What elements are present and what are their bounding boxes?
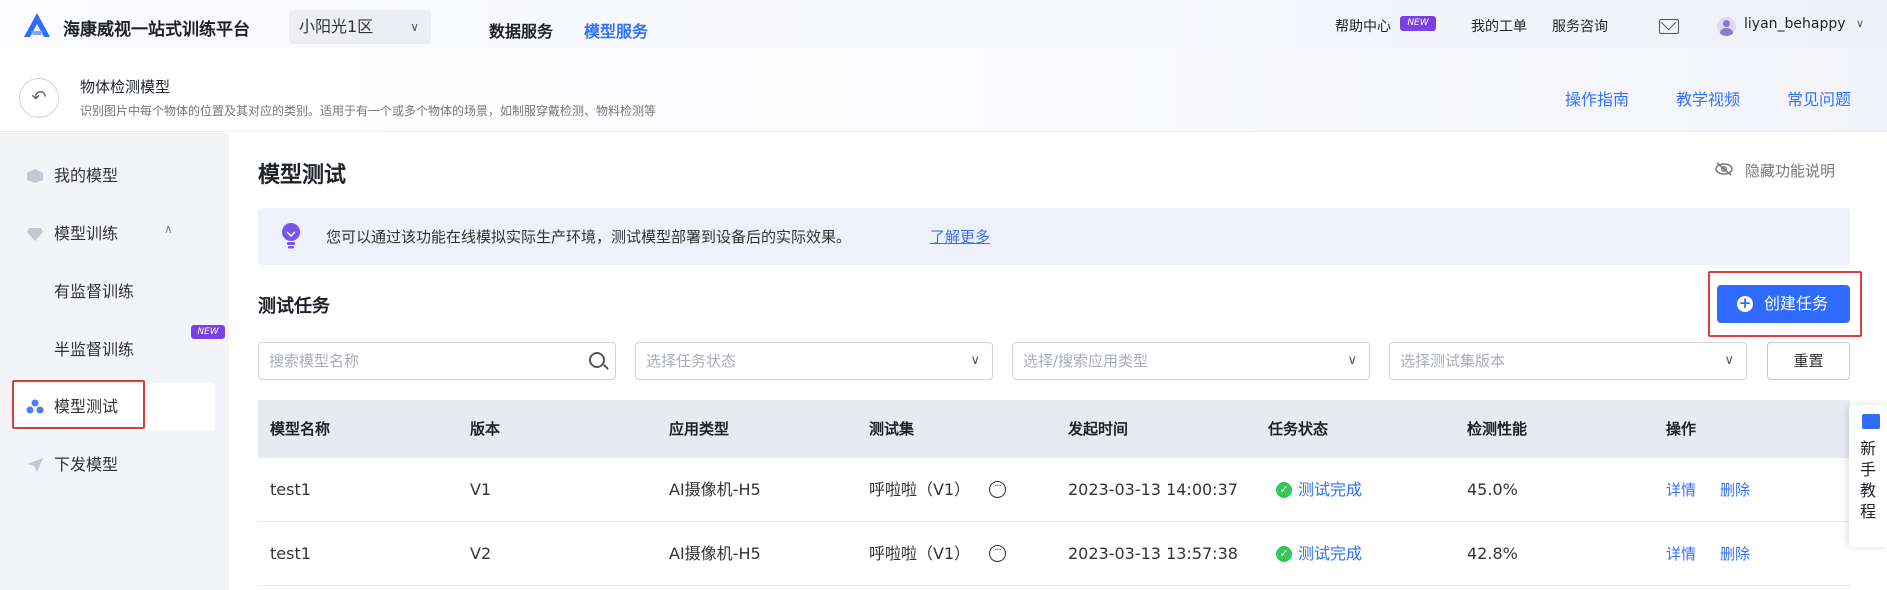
sidebar-item-label: 有监督训练: [54, 282, 135, 301]
model-description: 识别图片中每个物体的位置及其对应的类别。适用于有一个或多个物体的场景，如制服穿戴…: [80, 104, 657, 118]
sidebar-item-label: 下发模型: [54, 455, 119, 474]
guide-link[interactable]: 操作指南: [1565, 86, 1629, 110]
section-title: 测试任务: [258, 296, 330, 317]
table-row: test1 V1 AI摄像机-H5 呼啦啦（V1） ··· 2023-03-13…: [258, 458, 1850, 522]
sidebar-item-my-models[interactable]: 我的模型: [12, 152, 215, 200]
sidebar-item-semi-supervised[interactable]: 半监督训练: [12, 326, 215, 374]
sidebar-item-deploy[interactable]: 下发模型: [12, 441, 215, 489]
delete-link[interactable]: 删除: [1720, 458, 1750, 522]
sidebar-item-supervised[interactable]: 有监督训练: [12, 268, 215, 316]
column-header: 操作: [1666, 420, 1697, 438]
cell-status: 测试完成: [1298, 480, 1363, 499]
sidebar-item-label: 我的模型: [54, 166, 119, 185]
eye-off-icon[interactable]: [1715, 162, 1733, 176]
chevron-down-icon: ∨: [1347, 353, 1357, 368]
delete-link[interactable]: 删除: [1720, 522, 1750, 586]
region-select[interactable]: 小阳光1区 ∨: [289, 10, 431, 44]
cell-testset: 呼啦啦（V1）: [869, 480, 971, 499]
chevron-down-icon: ∨: [1724, 353, 1734, 368]
lightbulb-icon: [282, 223, 300, 249]
highlight-box: [12, 380, 145, 429]
help-center-link[interactable]: 帮助中心: [1335, 16, 1391, 36]
book-icon: [1862, 414, 1880, 429]
cell-app-type: AI摄像机-H5: [669, 480, 761, 499]
region-value: 小阳光1区: [299, 17, 374, 36]
task-table: 模型名称 版本 应用类型 测试集 发起时间 任务状态 检测性能 操作 test1…: [258, 400, 1850, 586]
cell-version: V2: [470, 544, 492, 563]
cell-performance: 42.8%: [1467, 544, 1518, 563]
sidebar-item-training[interactable]: 模型训练: [12, 210, 215, 258]
cell-status: 测试完成: [1298, 544, 1363, 563]
cell-model-name: test1: [270, 544, 311, 563]
testset-select[interactable]: 选择测试集版本 ∨: [1389, 342, 1747, 380]
more-icon[interactable]: ···: [989, 545, 1006, 562]
table-header: 模型名称 版本 应用类型 测试集 发起时间 任务状态 检测性能 操作: [258, 400, 1850, 458]
column-header: 检测性能: [1467, 420, 1528, 438]
detail-link[interactable]: 详情: [1666, 458, 1696, 522]
testset-placeholder: 选择测试集版本: [1400, 352, 1506, 370]
model-header: ↶ 物体检测模型 识别图片中每个物体的位置及其对应的类别。适用于有一个或多个物体…: [0, 48, 1887, 132]
my-tickets-link[interactable]: 我的工单: [1471, 16, 1527, 36]
new-badge: NEW: [1400, 16, 1436, 31]
model-search-input[interactable]: 搜索模型名称: [258, 342, 616, 380]
avatar[interactable]: [1717, 17, 1736, 36]
chevron-down-icon: ∨: [970, 353, 980, 368]
app-type-placeholder: 选择/搜索应用类型: [1023, 352, 1149, 370]
chevron-down-icon: ∨: [410, 20, 419, 34]
sidebar-item-label: 模型训练: [54, 224, 119, 243]
column-header: 测试集: [869, 420, 915, 438]
chevron-up-icon[interactable]: ∧: [164, 222, 173, 236]
column-header: 任务状态: [1268, 420, 1329, 438]
nav-data-service[interactable]: 数据服务: [489, 18, 553, 42]
learn-more-link[interactable]: 了解更多: [930, 226, 990, 247]
diamond-icon: [27, 228, 43, 241]
user-name[interactable]: liyan_behappy: [1744, 16, 1846, 32]
highlight-box: [1708, 271, 1862, 337]
reset-button[interactable]: 重置: [1767, 342, 1850, 380]
chevron-down-icon[interactable]: ∨: [1856, 17, 1864, 30]
banner-text: 您可以通过该功能在线模拟实际生产环境，测试模型部署到设备后的实际效果。: [326, 228, 852, 246]
service-consult-link[interactable]: 服务咨询: [1552, 16, 1608, 36]
platform-logo-icon[interactable]: [22, 12, 52, 38]
cell-testset: 呼啦啦（V1）: [869, 544, 971, 563]
new-badge: NEW: [191, 325, 225, 339]
info-banner: 您可以通过该功能在线模拟实际生产环境，测试模型部署到设备后的实际效果。 了解更多: [258, 208, 1850, 265]
status-select[interactable]: 选择任务状态 ∨: [635, 342, 993, 380]
send-icon: [27, 458, 43, 472]
back-icon[interactable]: ↶: [19, 78, 59, 118]
nav-model-service[interactable]: 模型服务: [584, 18, 648, 42]
cube-icon: [27, 169, 43, 183]
cell-model-name: test1: [270, 480, 311, 499]
mail-icon[interactable]: [1659, 19, 1679, 34]
check-circle-icon: ✓: [1276, 546, 1292, 562]
table-row: test1 V2 AI摄像机-H5 呼啦啦（V1） ··· 2023-03-13…: [258, 522, 1850, 586]
top-bar: 海康威视一站式训练平台 小阳光1区 ∨ 数据服务 模型服务 帮助中心 NEW 我…: [0, 0, 1887, 48]
faq-link[interactable]: 常见问题: [1787, 86, 1851, 110]
check-circle-icon: ✓: [1276, 482, 1292, 498]
status-placeholder: 选择任务状态: [646, 352, 737, 370]
column-header: 发起时间: [1068, 420, 1129, 438]
video-link[interactable]: 教学视频: [1676, 86, 1740, 110]
cell-time: 2023-03-13 14:00:37: [1068, 480, 1238, 499]
platform-title: 海康威视一站式训练平台: [63, 20, 250, 40]
cell-version: V1: [470, 480, 492, 499]
cell-app-type: AI摄像机-H5: [669, 544, 761, 563]
column-header: 模型名称: [270, 420, 331, 438]
search-icon[interactable]: [589, 352, 605, 368]
detail-link[interactable]: 详情: [1666, 522, 1696, 586]
tutorial-label: 新手教程: [1860, 439, 1877, 521]
cell-performance: 45.0%: [1467, 480, 1518, 499]
tutorial-tab[interactable]: 新手教程: [1849, 405, 1887, 547]
model-title: 物体检测模型: [80, 78, 171, 96]
hide-tip-link[interactable]: 隐藏功能说明: [1745, 160, 1835, 181]
column-header: 应用类型: [669, 420, 730, 438]
column-header: 版本: [470, 420, 501, 438]
cell-time: 2023-03-13 13:57:38: [1068, 544, 1238, 563]
app-type-select[interactable]: 选择/搜索应用类型 ∨: [1012, 342, 1370, 380]
sidebar-item-label: 半监督训练: [54, 340, 135, 359]
more-icon[interactable]: ···: [989, 481, 1006, 498]
page-title: 模型测试: [258, 163, 347, 188]
search-placeholder: 搜索模型名称: [269, 352, 360, 370]
